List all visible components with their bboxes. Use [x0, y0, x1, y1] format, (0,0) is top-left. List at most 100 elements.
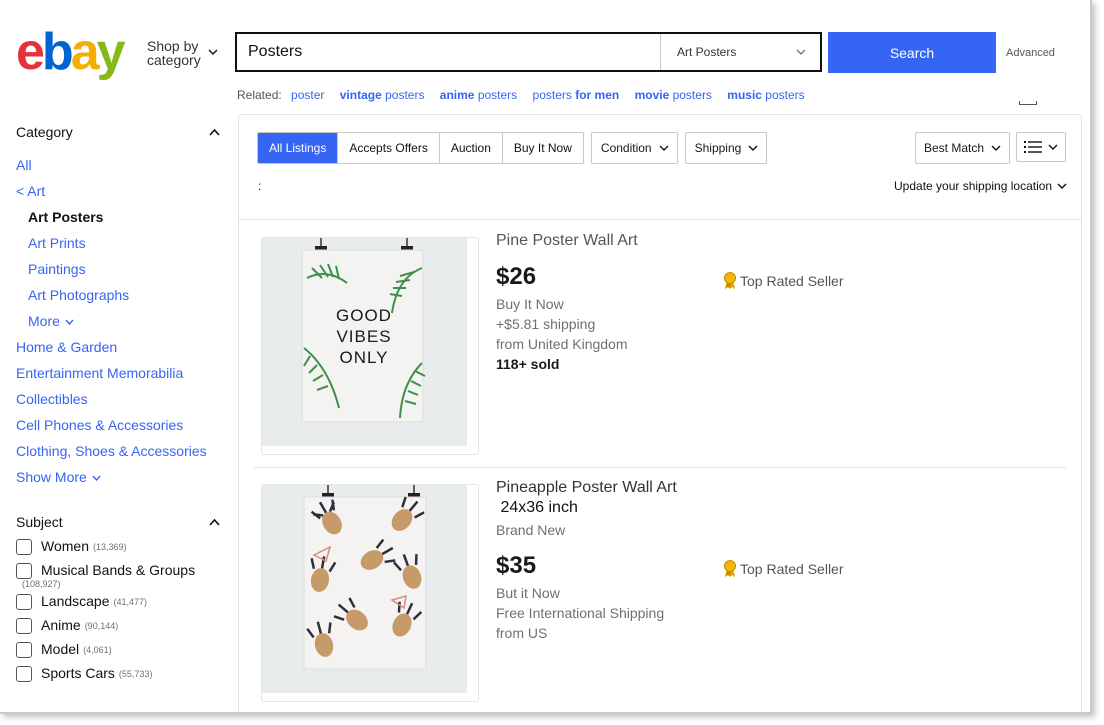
tab-auction[interactable]: Auction: [439, 133, 503, 163]
listing-title[interactable]: Pineapple Poster Wall Art 24x36 inch: [496, 478, 677, 518]
search-button[interactable]: Search: [828, 32, 996, 73]
chevron-down-icon[interactable]: [208, 47, 218, 57]
update-shipping-location[interactable]: Update your shipping location: [894, 179, 1067, 193]
shop-by-category-button[interactable]: Shop by category: [147, 39, 201, 67]
listing-origin: from US: [496, 625, 548, 641]
chevron-down-icon: [1057, 183, 1067, 189]
subject-filter-anime[interactable]: Anime (90,144): [16, 617, 226, 634]
subject-title: Subject: [16, 514, 63, 530]
checkbox[interactable]: [16, 563, 32, 579]
item-divider: [254, 467, 1066, 468]
related-link-posters-for-men[interactable]: posters for men: [533, 88, 620, 102]
category-art-posters[interactable]: Art Posters: [16, 204, 226, 230]
separator-dot: :: [258, 179, 262, 193]
checkbox[interactable]: [16, 666, 32, 682]
checkbox[interactable]: [16, 642, 32, 658]
category-select-value: Art Posters: [677, 45, 737, 59]
poster-text-good: GOOD: [336, 306, 392, 325]
category-cell-phones[interactable]: Cell Phones & Accessories: [16, 412, 226, 438]
poster-text-vibes: VIBES: [336, 327, 391, 346]
listing-sold: 118+ sold: [496, 356, 560, 372]
subject-filter-women[interactable]: Women (13,369): [16, 538, 226, 555]
subject-filter-musical-bands[interactable]: Musical Bands & Groups (108,927): [16, 562, 226, 589]
related-link-movie-posters[interactable]: movie posters: [635, 88, 712, 102]
category-clothing[interactable]: Clothing, Shoes & Accessories: [16, 438, 226, 464]
listing-format: Buy It Now: [496, 296, 564, 312]
tab-buy-it-now[interactable]: Buy It Now: [502, 133, 583, 163]
shop-by-line2: category: [147, 52, 201, 68]
chevron-down-icon: [1048, 144, 1058, 150]
chevron-down-icon: [748, 145, 758, 151]
category-all[interactable]: All: [16, 152, 226, 178]
chevron-up-icon: [209, 128, 220, 136]
listing-format: But it Now: [496, 585, 560, 601]
save-search-icon[interactable]: [1019, 101, 1037, 105]
chevron-down-icon: [659, 145, 669, 151]
top-rated-seller-badge: Top Rated Seller: [723, 560, 844, 578]
listing-origin: from United Kingdom: [496, 336, 628, 352]
category-show-more[interactable]: Show More: [16, 464, 226, 490]
category-collectibles[interactable]: Collectibles: [16, 386, 226, 412]
sidebar: Category All < Art Art Posters Art Print…: [16, 120, 226, 689]
chevron-down-icon: [65, 319, 74, 326]
pine-poster-image: GOOD VIBES ONLY: [301, 238, 426, 423]
category-art-photographs[interactable]: Art Photographs: [16, 282, 226, 308]
chevron-up-icon: [209, 518, 220, 526]
award-ribbon-icon: [724, 560, 736, 577]
subject-filter-sports-cars[interactable]: Sports Cars (55,733): [16, 665, 226, 682]
award-ribbon-icon: [724, 272, 736, 289]
search-bar: Art Posters: [235, 32, 822, 72]
browser-frame: ebay Shop by category Art Posters Search…: [0, 0, 1092, 714]
listing-price: $26: [496, 263, 537, 290]
listing-shipping: +$5.81 shipping: [496, 316, 596, 332]
divider: [239, 219, 1081, 220]
subject-filter-landscape[interactable]: Landscape (41,477): [16, 593, 226, 610]
subject-filter-model[interactable]: Model (4,061): [16, 641, 226, 658]
listing-title[interactable]: Pine Poster Wall Art: [496, 231, 638, 251]
tab-all-listings[interactable]: All Listings: [258, 133, 339, 163]
sort-dropdown[interactable]: Best Match: [915, 132, 1011, 164]
tab-accepts-offers[interactable]: Accepts Offers: [338, 133, 440, 163]
shop-by-line1: Shop by: [147, 38, 199, 54]
listing-type-tabs: All Listings Accepts Offers Auction Buy …: [257, 132, 584, 164]
checkbox[interactable]: [16, 594, 32, 610]
checkbox[interactable]: [16, 539, 32, 555]
view-toggle[interactable]: [1016, 132, 1066, 162]
shipping-dropdown[interactable]: Shipping: [684, 132, 768, 164]
chevron-down-icon: [991, 145, 1001, 151]
results-panel: All Listings Accepts Offers Auction Buy …: [238, 114, 1082, 712]
listing-image[interactable]: [261, 484, 479, 702]
related-link-poster[interactable]: poster: [291, 88, 324, 102]
list-view-icon: [1024, 141, 1042, 153]
condition-dropdown[interactable]: Condition: [590, 132, 678, 164]
related-link-anime-posters[interactable]: anime posters: [440, 88, 517, 102]
related-label: Related:: [237, 88, 282, 102]
category-entertainment-memorabilia[interactable]: Entertainment Memorabilia: [16, 360, 226, 386]
poster-text-only: ONLY: [339, 348, 388, 367]
related-searches: Related: poster vintage posters anime po…: [237, 88, 817, 102]
related-link-vintage-posters[interactable]: vintage posters: [340, 88, 425, 102]
listing-image[interactable]: GOOD VIBES ONLY: [261, 237, 479, 455]
category-art[interactable]: < Art: [16, 178, 226, 204]
pineapple-poster-image: [303, 485, 427, 670]
category-home-garden[interactable]: Home & Garden: [16, 334, 226, 360]
category-art-prints[interactable]: Art Prints: [16, 230, 226, 256]
search-input[interactable]: [237, 34, 660, 70]
subject-header[interactable]: Subject: [16, 512, 226, 532]
filter-bar: All Listings Accepts Offers Auction Buy …: [257, 132, 768, 164]
top-rated-seller-badge: Top Rated Seller: [723, 272, 844, 290]
chevron-down-icon: [796, 49, 806, 55]
category-more[interactable]: More: [16, 308, 226, 334]
chevron-down-icon: [92, 475, 101, 482]
listing-condition: Brand New: [496, 522, 566, 538]
category-paintings[interactable]: Paintings: [16, 256, 226, 282]
category-header[interactable]: Category: [16, 122, 226, 142]
listing-price: $35: [496, 552, 537, 579]
advanced-search-link[interactable]: Advanced: [1006, 47, 1055, 59]
category-select[interactable]: Art Posters: [660, 34, 820, 70]
ebay-logo[interactable]: ebay: [16, 26, 126, 78]
checkbox[interactable]: [16, 618, 32, 634]
related-link-music-posters[interactable]: music posters: [727, 88, 804, 102]
listing-shipping: Free International Shipping: [496, 605, 665, 621]
category-title: Category: [16, 124, 73, 140]
